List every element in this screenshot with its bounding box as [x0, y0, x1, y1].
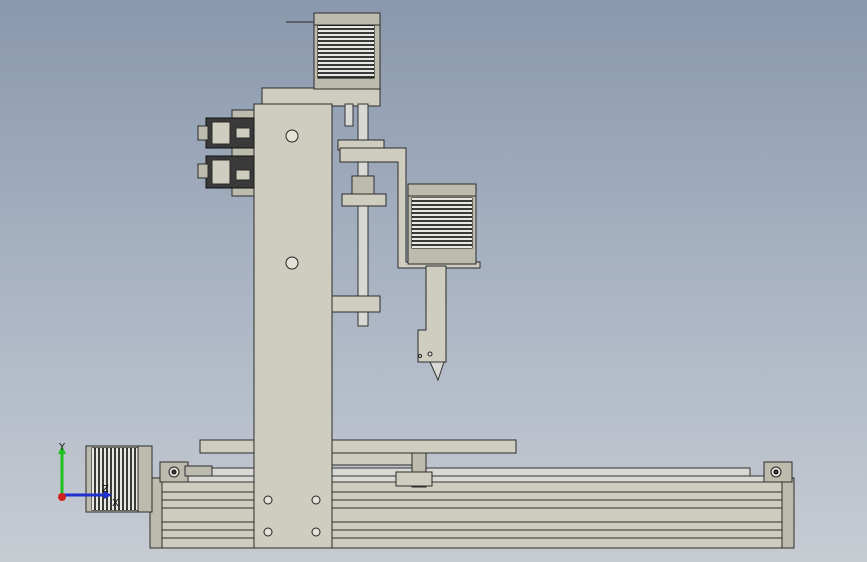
z-axis-label: Z — [102, 484, 109, 495]
motor-fin — [412, 226, 472, 228]
x-axis-label: X — [112, 498, 119, 509]
motor-fin — [412, 230, 472, 232]
motor-fin — [318, 26, 374, 28]
base-rail[interactable] — [149, 477, 795, 549]
z-axis-dot — [58, 493, 66, 501]
motor-fin — [412, 202, 472, 204]
motor-fin — [318, 46, 374, 48]
motor-fin — [318, 30, 374, 32]
cnc-model-view[interactable] — [0, 0, 867, 562]
motor-fin — [318, 42, 374, 44]
motor-fin — [318, 70, 374, 72]
z-lead-screws[interactable] — [344, 103, 369, 327]
motor-fin — [412, 222, 472, 224]
motor-fin — [412, 242, 472, 244]
motor-fin — [412, 234, 472, 236]
motor-fin — [318, 54, 374, 56]
driver-boards[interactable] — [197, 109, 255, 197]
motor-fin — [412, 214, 472, 216]
motor-fin — [318, 62, 374, 64]
motor-fin — [318, 58, 374, 60]
motor-fin — [412, 210, 472, 212]
motor-fin — [412, 238, 472, 240]
motor-fin — [318, 38, 374, 40]
motor-fin — [412, 198, 472, 200]
motor-fin — [132, 448, 134, 510]
motor-fin — [412, 246, 472, 248]
motor-fin — [412, 218, 472, 220]
motor-fin — [318, 66, 374, 68]
motor-fin — [318, 50, 374, 52]
motor-fin — [124, 448, 126, 510]
motor-fin — [318, 74, 374, 76]
y-axis-label: Y — [58, 442, 66, 453]
tool-stepper-motor[interactable] — [407, 183, 477, 265]
motor-fin — [412, 206, 472, 208]
coordinate-triad-icon: Y Z X — [58, 442, 119, 509]
graphics-viewport[interactable]: Y Z X — [0, 0, 867, 562]
motor-fin — [318, 34, 374, 36]
tool-holder[interactable] — [417, 265, 447, 382]
motor-fin — [120, 448, 122, 510]
motor-fin — [128, 448, 130, 510]
z-stepper-motor[interactable] — [286, 12, 381, 90]
